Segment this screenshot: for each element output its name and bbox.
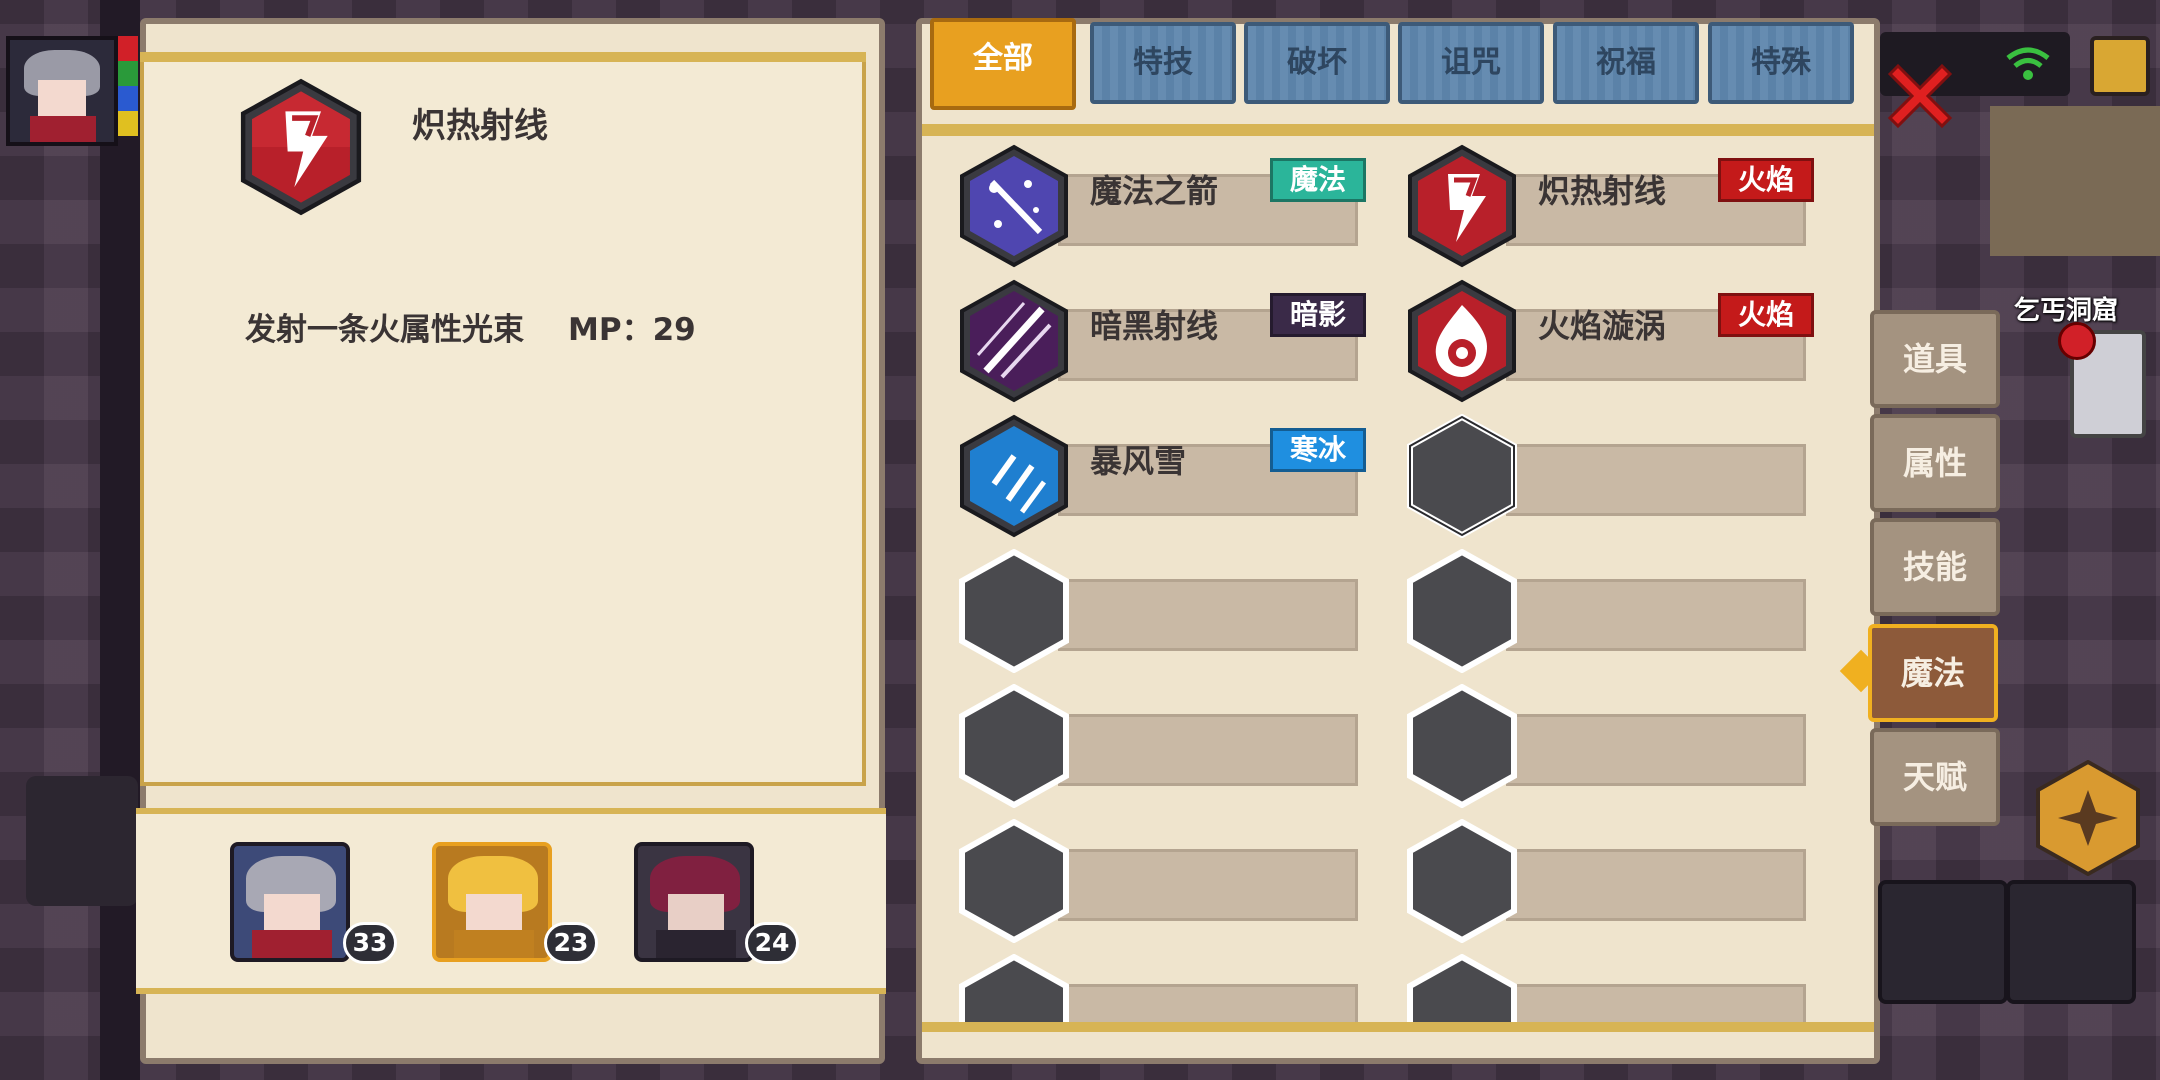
skill-slot-bar (1506, 714, 1806, 786)
tab-curse[interactable]: 诅咒 (1398, 22, 1544, 104)
skill-element-tag: 魔法 (1270, 158, 1366, 202)
skill-name: 火焰漩涡 (1538, 307, 1667, 345)
tab-all[interactable]: 全部 (930, 18, 1076, 110)
skill-title: 炽热射线 (412, 106, 548, 146)
minimap[interactable] (1990, 106, 2160, 256)
empty-hex-icon (1407, 684, 1517, 808)
empty-hex-icon (1407, 414, 1517, 538)
empty-skill-slot[interactable] (1406, 684, 1830, 808)
skill-slot-bar (1058, 849, 1358, 921)
info-card-border (140, 52, 866, 62)
skill-slot-bar (1506, 984, 1806, 1022)
wifi-icon (2006, 47, 2050, 80)
skill-slot-dark-ray[interactable]: 暗黑射线 暗影 (958, 279, 1382, 403)
skill-slot-fire-ray[interactable]: 炽热射线 火焰 (1406, 144, 1830, 268)
character-portrait-2[interactable] (432, 842, 552, 962)
empty-hex-icon (959, 549, 1069, 673)
empty-hex-icon (1407, 549, 1517, 673)
empty-hex-icon (959, 819, 1069, 943)
empty-hex-icon (1407, 819, 1517, 943)
fire-ray-icon (1408, 144, 1516, 268)
skill-list-overflow-row (922, 954, 1874, 1022)
fire-ray-icon (240, 78, 362, 216)
empty-hex-icon (959, 684, 1069, 808)
skill-slot-bar (1058, 714, 1358, 786)
side-tab-items[interactable]: 道具 (1870, 310, 2000, 408)
portrait-body (454, 930, 534, 958)
fire-vortex-icon (1408, 279, 1516, 403)
skill-slot-bar (1506, 849, 1806, 921)
skill-description: 发射一条火属性光束 (245, 312, 524, 348)
dark-ray-icon (960, 279, 1068, 403)
arrow-magic-icon (960, 144, 1068, 268)
empty-skill-slot[interactable] (958, 684, 1382, 808)
character-level-badge: 23 (544, 922, 598, 964)
empty-skill-slot[interactable] (1406, 549, 1830, 673)
character-level-badge: 33 (343, 922, 397, 964)
empty-skill-slot[interactable] (1406, 819, 1830, 943)
empty-skill-slot[interactable] (1406, 414, 1830, 538)
portrait-body (252, 930, 332, 958)
empty-skill-slot[interactable] (958, 954, 1382, 1022)
skill-action-icon[interactable] (2030, 760, 2146, 876)
skill-slot-fire-vortex[interactable]: 火焰漩涡 火焰 (1406, 279, 1830, 403)
skill-slot-bar (1506, 579, 1806, 651)
notification-dot (2058, 322, 2096, 360)
skill-list-border (922, 124, 1874, 136)
side-tab-skills[interactable]: 技能 (1870, 518, 2000, 616)
portrait-body (656, 930, 736, 958)
skill-slot-bar (1058, 579, 1358, 651)
character-level-badge: 24 (745, 922, 799, 964)
skill-name: 魔法之箭 (1090, 172, 1219, 210)
character-portrait-3[interactable] (634, 842, 754, 962)
dpad-left-button[interactable] (26, 776, 138, 906)
portrait-face (264, 894, 320, 930)
close-icon[interactable] (1880, 56, 1960, 136)
skill-slot-bar (1058, 984, 1358, 1022)
skill-element-tag: 火焰 (1718, 293, 1814, 337)
side-tab-talent[interactable]: 天赋 (1870, 728, 2000, 826)
tab-special-skill[interactable]: 特技 (1090, 22, 1236, 104)
side-tab-magic[interactable]: 魔法 (1868, 624, 1998, 722)
background-wall (100, 0, 140, 1080)
skill-element-tag: 火焰 (1718, 158, 1814, 202)
skill-slot-blizzard[interactable]: 暴风雪 寒冰 (958, 414, 1382, 538)
skill-element-tag: 寒冰 (1270, 428, 1366, 472)
character-portrait-1[interactable] (230, 842, 350, 962)
empty-hex-icon (959, 954, 1069, 1022)
tab-destruction[interactable]: 破坏 (1244, 22, 1390, 104)
empty-hex-icon (1407, 954, 1517, 1022)
portrait-face (466, 894, 522, 930)
skill-slot-bar (1506, 444, 1806, 516)
skill-element-tag: 暗影 (1270, 293, 1366, 337)
blizzard-icon (960, 414, 1068, 538)
status-color-strip (118, 36, 138, 136)
empty-skill-slot[interactable] (1406, 954, 1830, 1022)
map-name-label: 乞丐洞窟 (2014, 296, 2119, 326)
skill-name: 炽热射线 (1538, 172, 1667, 210)
skill-slot-magic-arrow[interactable]: 魔法之箭 魔法 (958, 144, 1382, 268)
expand-icon[interactable] (2090, 36, 2150, 96)
tab-blessing[interactable]: 祝福 (1553, 22, 1699, 104)
empty-skill-slot[interactable] (958, 549, 1382, 673)
skill-list-border (922, 1022, 1874, 1032)
tab-special[interactable]: 特殊 (1708, 22, 1854, 104)
avatar-body (30, 116, 96, 142)
bow-weapon-button[interactable] (2006, 880, 2136, 1004)
side-tab-attributes[interactable]: 属性 (1870, 414, 2000, 512)
skill-mp-cost: MP：29 (568, 312, 696, 348)
empty-skill-slot[interactable] (958, 819, 1382, 943)
sword-weapon-button[interactable] (1878, 880, 2008, 1004)
player-avatar[interactable] (6, 36, 118, 146)
skill-name: 暗黑射线 (1090, 307, 1219, 345)
avatar-face (38, 80, 86, 116)
skill-name: 暴风雪 (1090, 442, 1187, 480)
portrait-face (668, 894, 724, 930)
